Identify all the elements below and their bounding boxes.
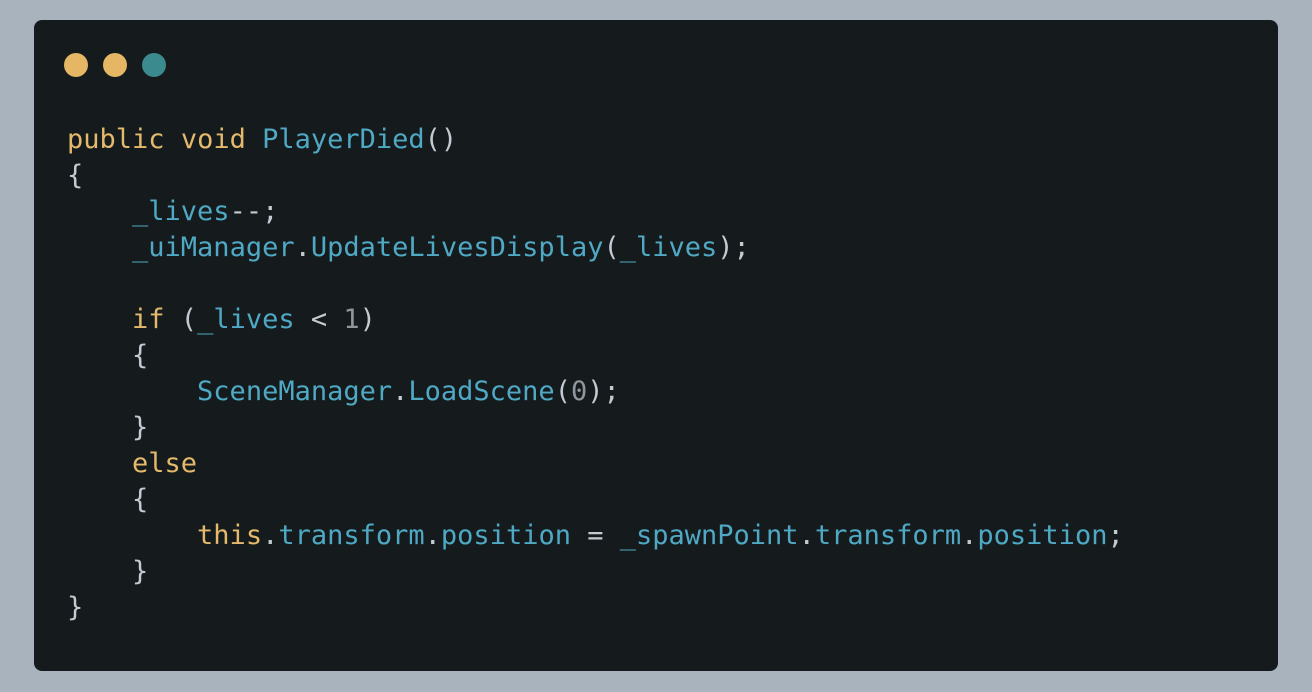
code-token: void	[180, 124, 246, 155]
window-dot-3	[142, 53, 166, 77]
code-token: PlayerDied	[262, 124, 425, 155]
code-token: {	[67, 340, 149, 371]
code-token: position	[977, 520, 1108, 551]
code-line: {	[67, 338, 1124, 374]
code-token: ()	[424, 124, 458, 155]
code-block: public void PlayerDied(){ _lives--; _uiM…	[67, 122, 1124, 626]
code-token: _spawnPoint	[619, 520, 799, 551]
code-token: {	[67, 160, 84, 191]
code-token: {	[67, 484, 149, 515]
code-token: LoadScene	[408, 376, 555, 407]
code-token: transform	[814, 520, 962, 551]
code-line: public void PlayerDied()	[67, 122, 1124, 158]
window-dot-2	[103, 53, 127, 77]
code-token: else	[132, 448, 198, 479]
code-token: .	[424, 520, 441, 551]
code-line: if (_lives < 1)	[67, 302, 1124, 338]
code-line: else	[67, 446, 1124, 482]
code-token: (	[554, 376, 571, 407]
code-token: .	[294, 232, 311, 263]
code-token: SceneManager	[197, 376, 393, 407]
code-token: (	[164, 304, 198, 335]
code-token: 0	[570, 376, 588, 407]
window-controls	[64, 53, 166, 77]
code-token: if	[132, 304, 165, 335]
code-line: _lives--;	[67, 194, 1124, 230]
code-token: --;	[229, 196, 279, 227]
code-token: (	[603, 232, 620, 263]
code-line: }	[67, 410, 1124, 446]
code-token: );	[717, 232, 750, 263]
code-token: .	[961, 520, 978, 551]
code-token: .	[798, 520, 815, 551]
code-token: .	[262, 520, 279, 551]
code-token: }	[67, 592, 84, 623]
code-token: ;	[1107, 520, 1124, 551]
code-token: this	[197, 520, 263, 551]
code-token: 1	[343, 304, 360, 335]
code-line: {	[67, 158, 1124, 194]
code-line: {	[67, 482, 1124, 518]
code-window: public void PlayerDied(){ _lives--; _uiM…	[34, 20, 1278, 671]
code-line: SceneManager.LoadScene(0);	[67, 374, 1124, 410]
code-token: _uiManager	[132, 232, 295, 263]
code-token: }	[67, 412, 149, 443]
code-token: );	[587, 376, 620, 407]
code-token: _lives	[197, 304, 295, 335]
code-token: _lives	[619, 232, 718, 263]
code-line: _uiManager.UpdateLivesDisplay(_lives);	[67, 230, 1124, 266]
code-token: )	[359, 304, 376, 335]
code-token: .	[392, 376, 409, 407]
code-token: UpdateLivesDisplay	[310, 232, 604, 263]
code-token: =	[570, 520, 620, 551]
code-token: public	[67, 124, 165, 155]
code-token: _lives	[132, 196, 230, 227]
code-token: <	[294, 304, 344, 335]
code-line: }	[67, 590, 1124, 626]
code-token: }	[67, 556, 149, 587]
code-token: position	[440, 520, 571, 551]
window-dot-1	[64, 53, 88, 77]
code-line: }	[67, 554, 1124, 590]
code-line: this.transform.position = _spawnPoint.tr…	[67, 518, 1124, 554]
code-token: transform	[278, 520, 425, 551]
